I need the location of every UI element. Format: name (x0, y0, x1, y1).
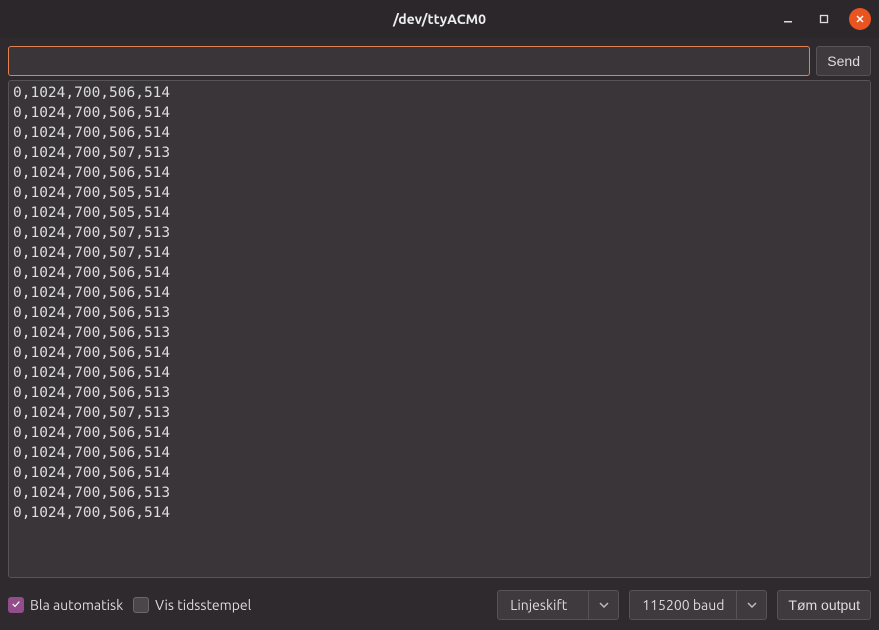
chevron-down-icon (747, 602, 757, 608)
serial-output[interactable]: 0,1024,700,507,513 0,1024,700,506,514 0,… (8, 80, 871, 578)
baud-rate-arrow[interactable] (736, 591, 766, 619)
clear-output-button[interactable]: Tøm output (777, 590, 871, 620)
timestamp-checkbox[interactable] (133, 597, 149, 613)
maximize-icon (819, 14, 829, 24)
chevron-down-icon (599, 602, 609, 608)
autoscroll-checkbox[interactable] (8, 597, 24, 613)
minimize-icon (783, 14, 793, 24)
autoscroll-label: Bla automatisk (30, 597, 123, 613)
titlebar: /dev/ttyACM0 (0, 0, 879, 38)
content-area: Send 0,1024,700,507,513 0,1024,700,506,5… (0, 38, 879, 630)
window-title: /dev/ttyACM0 (0, 11, 879, 27)
autoscroll-group: Bla automatisk (8, 597, 123, 613)
close-icon (855, 14, 865, 24)
window-controls (777, 8, 871, 30)
line-ending-value: Linjeskift (498, 591, 588, 619)
close-button[interactable] (849, 8, 871, 30)
footer-bar: Bla automatisk Vis tidsstempel Linjeskif… (8, 578, 871, 622)
baud-rate-select[interactable]: 115200 baud (629, 590, 767, 620)
send-button[interactable]: Send (816, 46, 871, 76)
serial-output-text: 0,1024,700,507,513 0,1024,700,506,514 0,… (13, 80, 866, 535)
maximize-button[interactable] (813, 8, 835, 30)
serial-input[interactable] (8, 46, 810, 76)
timestamp-group: Vis tidsstempel (133, 597, 251, 613)
minimize-button[interactable] (777, 8, 799, 30)
line-ending-arrow[interactable] (588, 591, 618, 619)
serial-monitor-window: /dev/ttyACM0 Send 0,1024,700,507,513 0,1… (0, 0, 879, 630)
baud-rate-value: 115200 baud (630, 591, 736, 619)
timestamp-label: Vis tidsstempel (155, 597, 251, 613)
input-row: Send (8, 46, 871, 76)
line-ending-select[interactable]: Linjeskift (497, 590, 619, 620)
